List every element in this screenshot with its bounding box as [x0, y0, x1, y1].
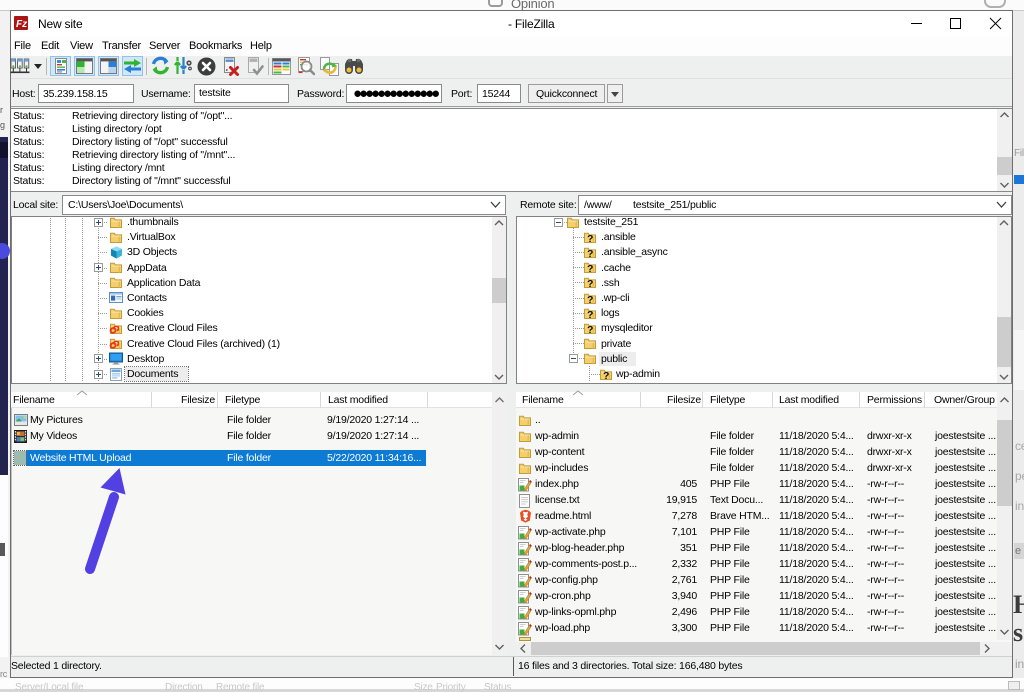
svg-text:?: ? [587, 263, 593, 274]
svg-text:?: ? [587, 309, 593, 320]
svg-text:Fz: Fz [16, 19, 27, 30]
svg-text:?: ? [587, 294, 593, 305]
svg-text:?: ? [587, 248, 593, 259]
svg-text:?: ? [587, 324, 593, 335]
svg-text:?: ? [603, 370, 609, 381]
svg-text:?: ? [587, 233, 593, 244]
svg-text:?: ? [587, 278, 593, 289]
